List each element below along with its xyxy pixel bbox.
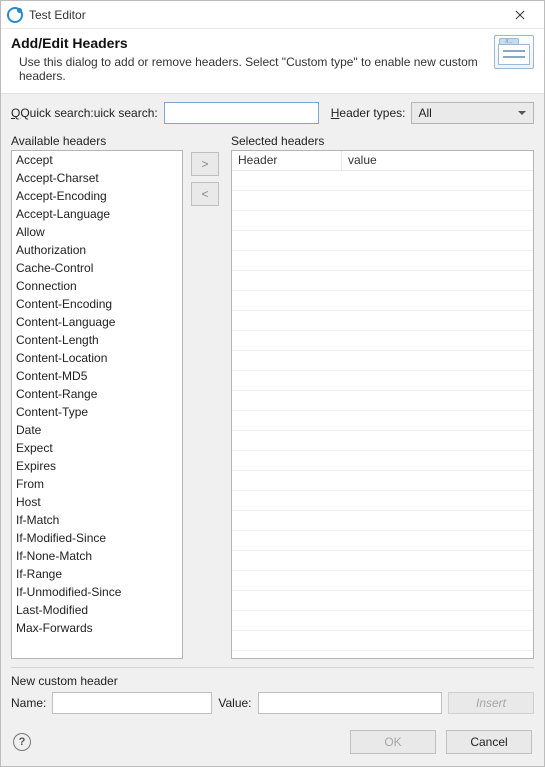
available-header-item[interactable]: Max-Forwards: [12, 619, 182, 637]
selected-col-value[interactable]: value: [342, 151, 533, 170]
header-decor-icon: //...: [494, 35, 534, 69]
available-header-item[interactable]: Content-Length: [12, 331, 182, 349]
help-button[interactable]: ?: [13, 733, 31, 751]
available-header-item[interactable]: If-Modified-Since: [12, 529, 182, 547]
dialog-heading: Add/Edit Headers: [11, 35, 484, 51]
available-header-item[interactable]: Cache-Control: [12, 259, 182, 277]
available-header-item[interactable]: Date: [12, 421, 182, 439]
lists-row: Available headers AcceptAccept-CharsetAc…: [11, 134, 534, 659]
selected-col-header[interactable]: Header: [232, 151, 342, 170]
custom-group-label: New custom header: [11, 674, 534, 688]
available-header-item[interactable]: Accept-Language: [12, 205, 182, 223]
selected-table-header: Header value: [232, 151, 533, 171]
chevron-right-icon: >: [201, 157, 208, 171]
available-header-item[interactable]: Content-Location: [12, 349, 182, 367]
available-header-item[interactable]: Accept-Encoding: [12, 187, 182, 205]
help-icon: ?: [19, 736, 26, 748]
move-buttons-column: > <: [191, 134, 223, 659]
available-label: Available headers: [11, 134, 183, 148]
main-panel: QQuick search:uick search: Header types:…: [1, 94, 544, 720]
dialog-window: Test Editor Add/Edit Headers Use this di…: [0, 0, 545, 767]
available-headers-list[interactable]: AcceptAccept-CharsetAccept-EncodingAccep…: [11, 150, 183, 659]
header-types-value: All: [418, 106, 431, 120]
selected-column: Selected headers Header value: [231, 134, 534, 659]
ok-button[interactable]: OK: [350, 730, 436, 754]
available-header-item[interactable]: If-Match: [12, 511, 182, 529]
button-bar: ? OK Cancel: [1, 720, 544, 766]
quick-search-label: QQuick search:uick search:: [11, 106, 158, 120]
insert-button[interactable]: Insert: [448, 692, 534, 714]
close-button[interactable]: [500, 1, 540, 28]
divider: [11, 667, 534, 668]
available-header-item[interactable]: If-Range: [12, 565, 182, 583]
available-header-item[interactable]: If-Unmodified-Since: [12, 583, 182, 601]
available-header-item[interactable]: Authorization: [12, 241, 182, 259]
available-header-item[interactable]: Expires: [12, 457, 182, 475]
available-header-item[interactable]: Host: [12, 493, 182, 511]
header-types-select[interactable]: All: [411, 102, 534, 124]
available-header-item[interactable]: Connection: [12, 277, 182, 295]
dialog-subtext: Use this dialog to add or remove headers…: [11, 55, 484, 83]
new-custom-header-group: New custom header Name: Value: Insert: [11, 674, 534, 714]
available-header-item[interactable]: Content-Encoding: [12, 295, 182, 313]
selected-table-body: [232, 171, 533, 658]
filter-row: QQuick search:uick search: Header types:…: [11, 102, 534, 124]
close-icon: [515, 10, 525, 20]
available-header-item[interactable]: Accept: [12, 151, 182, 169]
titlebar: Test Editor: [1, 1, 544, 29]
available-column: Available headers AcceptAccept-CharsetAc…: [11, 134, 183, 659]
selected-label: Selected headers: [231, 134, 534, 148]
window-title: Test Editor: [29, 8, 500, 22]
available-header-item[interactable]: Allow: [12, 223, 182, 241]
header-types-label: Header types:: [331, 106, 406, 120]
quick-search-input[interactable]: [164, 102, 319, 124]
available-header-item[interactable]: From: [12, 475, 182, 493]
available-header-item[interactable]: Content-Range: [12, 385, 182, 403]
available-header-item[interactable]: Content-Language: [12, 313, 182, 331]
available-header-item[interactable]: Content-Type: [12, 403, 182, 421]
custom-value-label: Value:: [218, 696, 251, 710]
chevron-left-icon: <: [201, 187, 208, 201]
custom-name-label: Name:: [11, 696, 46, 710]
available-header-item[interactable]: Content-MD5: [12, 367, 182, 385]
dialog-header-text: Add/Edit Headers Use this dialog to add …: [11, 35, 484, 83]
custom-value-input[interactable]: [258, 692, 442, 714]
available-header-item[interactable]: If-None-Match: [12, 547, 182, 565]
dialog-header: Add/Edit Headers Use this dialog to add …: [1, 29, 544, 94]
selected-headers-table[interactable]: Header value: [231, 150, 534, 659]
available-header-item[interactable]: Last-Modified: [12, 601, 182, 619]
cancel-button[interactable]: Cancel: [446, 730, 532, 754]
app-icon: [7, 7, 23, 23]
available-header-item[interactable]: Expect: [12, 439, 182, 457]
move-right-button[interactable]: >: [191, 152, 219, 176]
available-header-item[interactable]: Accept-Charset: [12, 169, 182, 187]
custom-name-input[interactable]: [52, 692, 212, 714]
move-left-button[interactable]: <: [191, 182, 219, 206]
